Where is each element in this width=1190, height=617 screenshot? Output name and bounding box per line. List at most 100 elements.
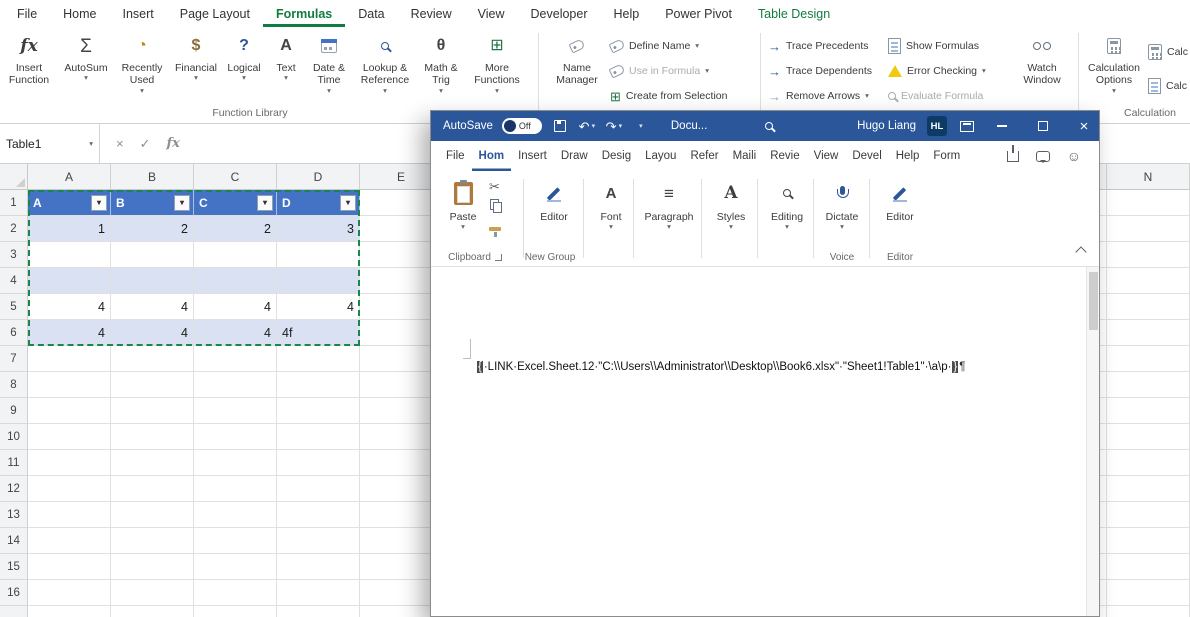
grid-cell[interactable]: [111, 424, 194, 450]
excel-menu-tab[interactable]: View: [465, 0, 518, 27]
excel-menu-tab[interactable]: Home: [50, 0, 109, 27]
grid-cell[interactable]: [194, 554, 277, 580]
grid-cell[interactable]: [28, 346, 111, 372]
maximize-button[interactable]: [1028, 111, 1058, 141]
grid-cell[interactable]: [277, 268, 360, 294]
column-header[interactable]: D: [277, 164, 360, 190]
grid-cell[interactable]: 2: [111, 216, 194, 242]
error-checking-button[interactable]: Error Checking ▾: [888, 60, 986, 82]
collapse-ribbon-icon[interactable]: [1075, 246, 1087, 258]
grid-cell[interactable]: [1107, 190, 1190, 216]
undo-button[interactable]: ↶ ▾: [578, 111, 596, 141]
grid-cell[interactable]: [1107, 450, 1190, 476]
grid-cell[interactable]: [1107, 294, 1190, 320]
word-menu-tab[interactable]: Insert: [511, 141, 554, 171]
word-document-area[interactable]: {·LINK·Excel.Sheet.12·"C:\\Users\\Admini…: [431, 267, 1099, 616]
grid-cell[interactable]: [111, 268, 194, 294]
grid-cell[interactable]: [1107, 554, 1190, 580]
grid-cell[interactable]: [111, 502, 194, 528]
grid-cell[interactable]: 3: [277, 216, 360, 242]
row-header[interactable]: 10: [0, 424, 28, 450]
excel-menu-tab[interactable]: Data: [345, 0, 397, 27]
word-menu-tab[interactable]: Refer: [683, 141, 725, 171]
grid-cell[interactable]: [194, 242, 277, 268]
grid-cell[interactable]: [194, 450, 277, 476]
word-menu-tab[interactable]: Desig: [595, 141, 638, 171]
more-functions-button[interactable]: ⊞ More Functions ▾: [466, 30, 528, 120]
word-menu-tab[interactable]: Hom: [472, 141, 512, 171]
row-header[interactable]: 11: [0, 450, 28, 476]
excel-menu-tab[interactable]: Power Pivot: [652, 0, 745, 27]
create-from-selection-button[interactable]: ⊞ Create from Selection: [610, 85, 727, 107]
grid-cell[interactable]: [277, 372, 360, 398]
grid-cell[interactable]: [277, 424, 360, 450]
excel-menu-tab[interactable]: Help: [601, 0, 653, 27]
grid-cell[interactable]: [194, 580, 277, 606]
grid-cell[interactable]: [277, 450, 360, 476]
row-header[interactable]: 3: [0, 242, 28, 268]
grid-cell[interactable]: [1107, 424, 1190, 450]
insert-function-button[interactable]: fx Insert Function: [2, 30, 56, 120]
grid-cell[interactable]: [194, 398, 277, 424]
grid-cell[interactable]: [1107, 346, 1190, 372]
grid-cell[interactable]: [28, 606, 111, 617]
share-icon[interactable]: [1006, 144, 1019, 162]
trace-dependents-button[interactable]: → Trace Dependents: [768, 60, 872, 82]
evaluate-formula-button[interactable]: Evaluate Formula: [888, 85, 983, 107]
paragraph-group-button[interactable]: ≡ Paragraph ▾: [641, 175, 697, 231]
editor-button[interactable]: Editor: [531, 175, 577, 223]
row-header[interactable]: 6: [0, 320, 28, 346]
quick-access-menu-button[interactable]: ▾: [632, 111, 650, 141]
row-header[interactable]: 2: [0, 216, 28, 242]
grid-cell[interactable]: 4: [28, 320, 111, 346]
column-header[interactable]: A: [28, 164, 111, 190]
show-formulas-button[interactable]: Show Formulas: [888, 35, 979, 57]
grid-cell[interactable]: [277, 476, 360, 502]
grid-cell[interactable]: [28, 424, 111, 450]
editing-group-button[interactable]: Editing ▾: [765, 175, 809, 231]
row-header[interactable]: 7: [0, 346, 28, 372]
grid-cell[interactable]: [194, 502, 277, 528]
grid-cell[interactable]: [277, 346, 360, 372]
font-group-button[interactable]: A Font ▾: [591, 175, 631, 231]
table-header-cell[interactable]: B ▾: [111, 190, 194, 216]
cut-button[interactable]: ✂: [489, 179, 500, 195]
row-header[interactable]: 8: [0, 372, 28, 398]
use-in-formula-button[interactable]: Use in Formula ▾: [608, 60, 709, 82]
grid-cell[interactable]: [28, 450, 111, 476]
grid-cell[interactable]: [28, 398, 111, 424]
remove-arrows-button[interactable]: → Remove Arrows ▾: [768, 85, 869, 107]
paste-button[interactable]: Paste ▾: [443, 175, 483, 231]
filter-button[interactable]: ▾: [174, 194, 190, 211]
column-header[interactable]: B: [111, 164, 194, 190]
row-header[interactable]: 13: [0, 502, 28, 528]
format-painter-button[interactable]: [489, 225, 501, 240]
excel-menu-tab[interactable]: Review: [398, 0, 465, 27]
grid-cell[interactable]: [194, 346, 277, 372]
grid-cell[interactable]: [1107, 502, 1190, 528]
autosave-toggle[interactable]: Off: [501, 118, 542, 134]
grid-cell[interactable]: [111, 398, 194, 424]
grid-cell[interactable]: [1107, 476, 1190, 502]
row-header[interactable]: 15: [0, 554, 28, 580]
grid-cell[interactable]: 4f: [277, 320, 360, 346]
grid-cell[interactable]: [277, 528, 360, 554]
comment-icon[interactable]: [1035, 150, 1050, 163]
table-header-cell[interactable]: D ▾: [277, 190, 360, 216]
filter-button[interactable]: ▾: [340, 194, 356, 211]
row-header[interactable]: [0, 606, 28, 617]
grid-cell[interactable]: [28, 554, 111, 580]
name-manager-button[interactable]: Name Manager: [548, 30, 606, 120]
word-menu-tab[interactable]: Devel: [845, 141, 888, 171]
word-menu-tab[interactable]: View: [807, 141, 846, 171]
grid-cell[interactable]: [194, 268, 277, 294]
redo-button[interactable]: ↷ ▾: [605, 111, 623, 141]
trace-precedents-button[interactable]: → Trace Precedents: [768, 35, 868, 57]
grid-cell[interactable]: [28, 476, 111, 502]
word-menu-tab[interactable]: Help: [889, 141, 927, 171]
copy-button[interactable]: [489, 201, 502, 216]
vertical-scrollbar[interactable]: [1086, 267, 1099, 616]
grid-cell[interactable]: [111, 606, 194, 617]
ribbon-display-options-button[interactable]: [958, 111, 976, 141]
grid-cell[interactable]: 4: [194, 294, 277, 320]
